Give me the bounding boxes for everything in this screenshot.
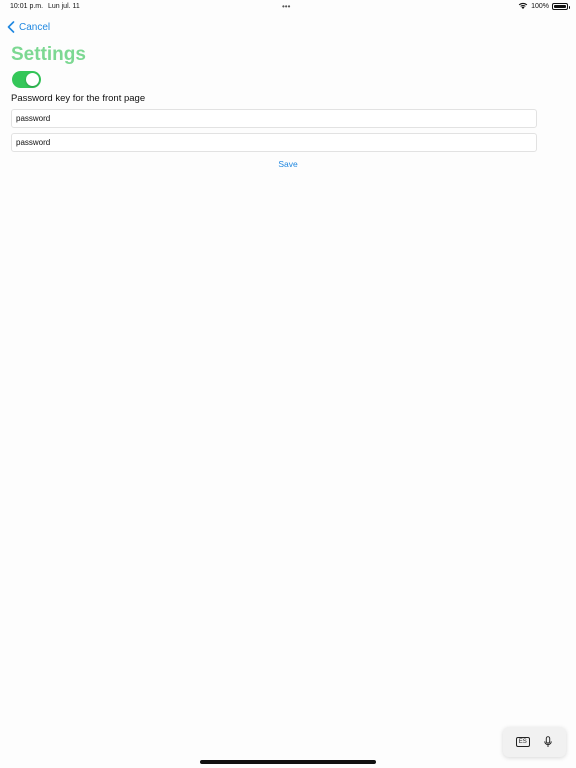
toggle-knob <box>26 73 39 86</box>
status-date: Lun jul. 11 <box>48 3 80 10</box>
chevron-left-icon <box>7 21 15 33</box>
status-right: 100% <box>518 2 570 10</box>
battery-percent: 100% <box>531 2 549 10</box>
wifi-icon <box>518 2 528 9</box>
cancel-button[interactable]: Cancel <box>7 21 50 33</box>
home-indicator[interactable] <box>200 760 376 764</box>
cancel-label: Cancel <box>19 21 51 33</box>
language-switch-button[interactable]: ES <box>515 737 530 747</box>
password-confirm-field[interactable] <box>11 133 537 152</box>
multitasking-dots[interactable]: ••• <box>282 2 290 11</box>
password-key-label: Password key for the front page <box>11 93 146 104</box>
battery-fill <box>554 4 566 8</box>
password-field[interactable] <box>11 109 537 128</box>
battery-tip <box>568 5 570 9</box>
save-button[interactable]: Save <box>0 159 576 169</box>
settings-toggle[interactable] <box>12 71 41 88</box>
screen: 10:01 p.m. Lun jul. 11 ••• 100% Cancel S… <box>0 0 576 768</box>
keyboard-shortcut-bar: ES <box>503 727 566 757</box>
page-title: Settings <box>11 44 86 65</box>
status-bar: 10:01 p.m. Lun jul. 11 ••• 100% <box>0 0 576 14</box>
status-time: 10:01 p.m. <box>10 3 44 10</box>
battery-icon <box>552 2 570 10</box>
microphone-icon[interactable] <box>543 736 553 748</box>
